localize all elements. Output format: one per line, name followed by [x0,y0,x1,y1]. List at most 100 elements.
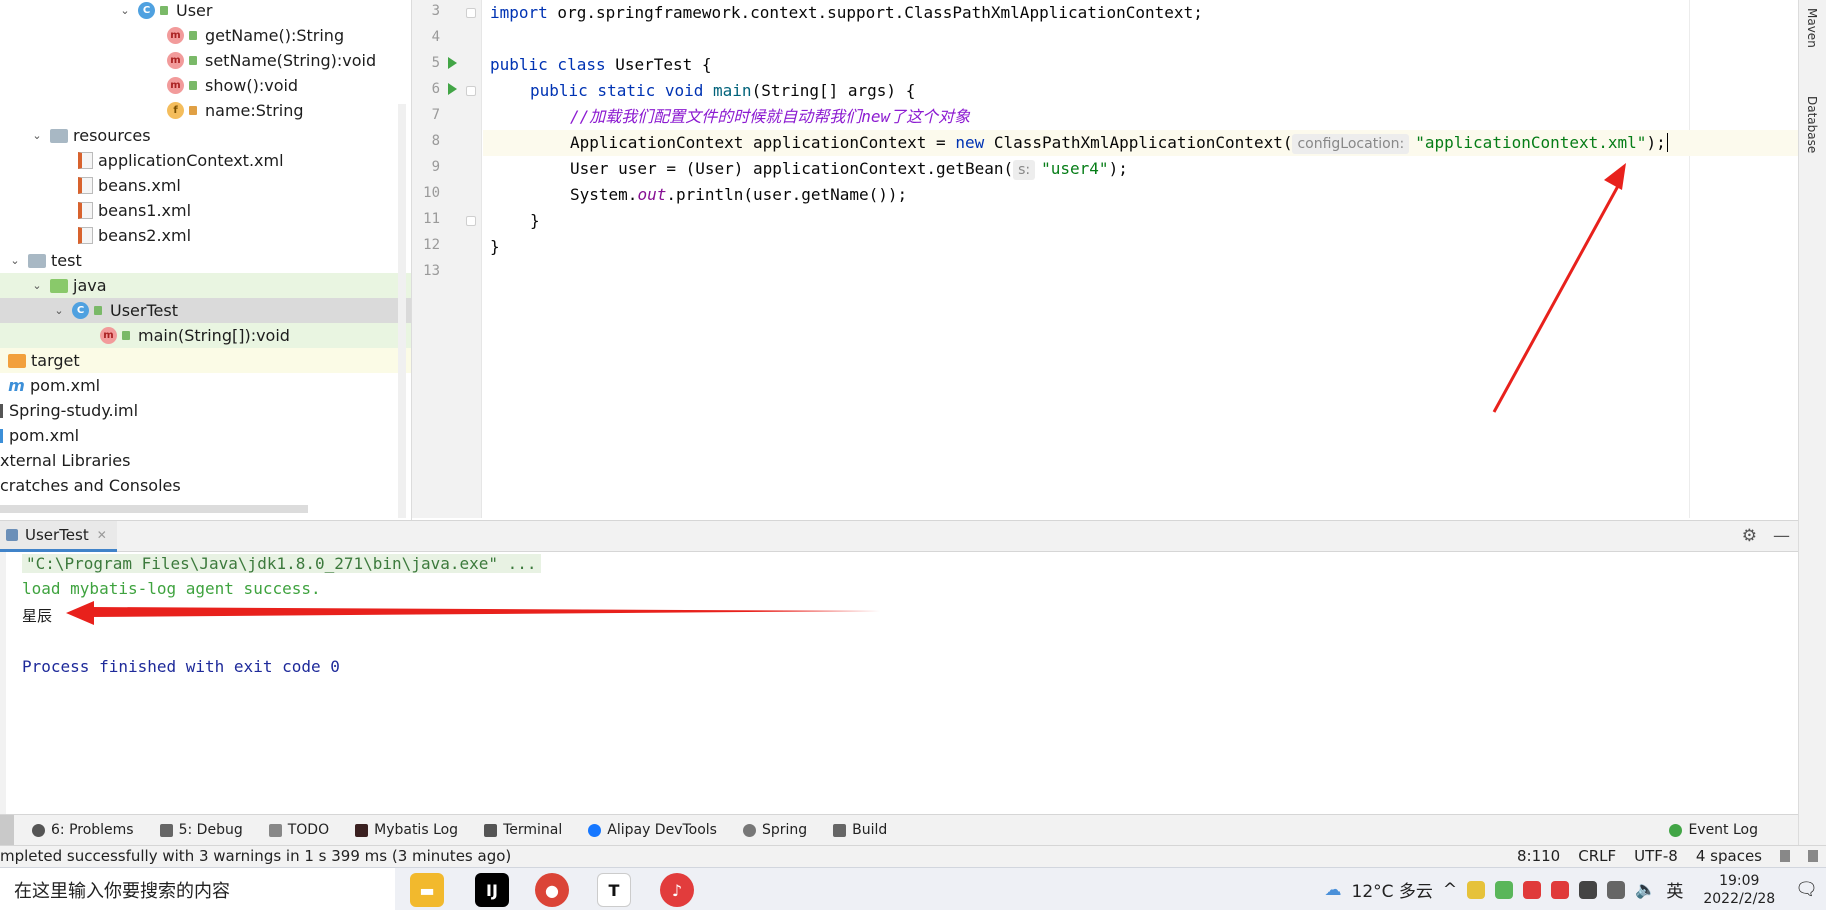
tree-horizontal-scrollbar[interactable] [0,505,308,513]
console-output[interactable]: "C:\Program Files\Java\jdk1.8.0_271\bin\… [0,552,1798,814]
maven-tool-button[interactable]: Maven [1805,8,1819,48]
module-file-icon [0,403,3,418]
line-number: 12 [423,237,440,253]
tool-terminal[interactable]: Terminal [484,822,562,838]
code-line-current: ApplicationContext applicationContext = … [483,130,1798,156]
status-widgets: 8:110 CRLF UTF-8 4 spaces [1517,847,1818,865]
tree-item-field[interactable]: f name:String [0,98,412,123]
gear-icon[interactable]: ⚙ [1742,526,1757,546]
chevron-down-icon[interactable]: ⌄ [30,129,44,142]
ime-indicator[interactable]: 英 [1666,877,1683,902]
status-message[interactable]: mpleted successfully with 3 warnings in … [0,847,511,865]
tree-item-pom[interactable]: pom.xml [0,423,412,448]
chevron-down-icon[interactable]: ⌄ [52,304,66,317]
tree-item-usertest[interactable]: ⌄ C UserTest [0,298,412,323]
tree-item-method[interactable]: m setName(String):void [0,48,412,73]
code-editor[interactable]: 3 4 5 6 7 8 9 10 11 12 13 import org.spr… [412,0,1798,518]
tool-spring[interactable]: Spring [742,822,807,838]
tree-item-file[interactable]: beans.xml [0,173,412,198]
tree-item-java[interactable]: ⌄ java [0,273,412,298]
chevron-down-icon[interactable]: ⌄ [118,4,132,17]
event-log-button[interactable]: Event Log [1669,822,1758,838]
console-line: "C:\Program Files\Java\jdk1.8.0_271\bin\… [22,554,541,573]
tree-item-method[interactable]: m getName():String [0,23,412,48]
file-explorer-icon[interactable]: ▬ [410,873,444,907]
tree-vertical-scrollbar[interactable] [398,104,406,518]
run-main-icon[interactable] [448,83,457,95]
method-icon: m [167,27,184,44]
tree-item-user-class[interactable]: ⌄ C User [0,0,412,23]
panel-actions: ⚙ — [1742,526,1790,546]
tree-item-pom[interactable]: m pom.xml [0,373,412,398]
battery-icon[interactable] [1579,880,1598,899]
clock[interactable]: 19:09 2022/2/28 [1693,872,1785,908]
tree-item-scratches[interactable]: cratches and Consoles [0,473,412,498]
alipay-icon [588,823,602,837]
chrome-icon[interactable]: ● [535,873,569,907]
database-tool-button[interactable]: Database [1805,96,1819,153]
system-tray: ☁ 12°C 多云 ^ 🔈 英 19:09 2022/2/28 🗨 [1325,868,1818,910]
caret-position[interactable]: 8:110 [1517,847,1560,865]
volume-icon[interactable]: 🔈 [1635,880,1656,900]
tree-item-method[interactable]: m show():void [0,73,412,98]
minimize-icon[interactable]: — [1773,526,1790,546]
taskbar-search[interactable]: 在这里输入你要搜索的内容 [0,868,395,910]
tree-item-external-libraries[interactable]: xternal Libraries [0,448,412,473]
excluded-folder-icon [8,353,26,368]
lock-icon [94,306,102,315]
file-encoding[interactable]: UTF-8 [1634,847,1678,865]
code-line: import org.springframework.context.suppo… [490,3,1203,22]
class-icon: C [72,302,89,319]
tool-problems[interactable]: 6: Problems [32,822,134,838]
tree-item-iml[interactable]: Spring-study.iml [0,398,412,423]
fold-icon[interactable] [466,216,476,226]
tree-item-file[interactable]: beans1.xml [0,198,412,223]
lock-icon[interactable] [1780,850,1790,862]
tool-build[interactable]: Build [833,822,887,838]
memory-indicator-icon[interactable] [1808,850,1818,862]
tree-item-target[interactable]: target [0,348,412,373]
tool-window-bar: 6: Problems 5: Debug TODO Mybatis Log Te… [0,814,1798,846]
notification-icon[interactable]: 🗨 [1795,879,1818,900]
chevron-up-icon[interactable]: ^ [1443,880,1457,900]
tool-alipay-devtools[interactable]: Alipay DevTools [588,822,717,838]
indent-setting[interactable]: 4 spaces [1696,847,1762,865]
code-line: User user = (User) applicationContext.ge… [570,159,1128,180]
xml-file-icon [78,152,93,169]
intellij-idea-icon[interactable]: IJ [475,873,509,907]
run-tool-button[interactable] [0,814,14,846]
netease-tray-icon[interactable] [1551,880,1570,899]
parameter-hint: configLocation: [1292,134,1410,154]
chevron-down-icon[interactable]: ⌄ [30,279,44,292]
tray-app-icon[interactable] [1523,880,1542,899]
console-line: Process finished with exit code 0 [22,657,340,676]
tree-item-file[interactable]: beans2.xml [0,223,412,248]
class-icon: C [138,2,155,19]
tool-debug[interactable]: 5: Debug [159,822,243,838]
tool-todo[interactable]: TODO [268,822,329,838]
fold-icon[interactable] [466,86,476,96]
run-config-icon [6,529,18,541]
line-separator[interactable]: CRLF [1578,847,1616,865]
fold-icon[interactable] [466,8,476,18]
tree-item-resources[interactable]: ⌄ resources [0,123,412,148]
typora-icon[interactable]: T [597,873,631,907]
run-tab[interactable]: UserTest ✕ [0,521,117,552]
tray-app-icon[interactable] [1467,880,1486,899]
netease-music-icon[interactable]: ♪ [660,873,694,907]
run-class-icon[interactable] [448,57,457,69]
wechat-icon[interactable] [1495,880,1514,899]
chevron-down-icon[interactable]: ⌄ [8,254,22,267]
tool-mybatis-log[interactable]: Mybatis Log [355,822,458,838]
tree-item-main-method[interactable]: m main(String[]):void [0,323,412,348]
tree-item-file[interactable]: applicationContext.xml [0,148,412,173]
close-icon[interactable]: ✕ [97,528,107,542]
weather-text[interactable]: 12°C 多云 [1352,877,1433,902]
code-line: } [490,237,500,256]
maven-file-icon: m [8,376,25,395]
method-icon: m [100,327,117,344]
network-icon[interactable] [1607,880,1626,899]
terminal-icon [484,823,498,837]
line-number: 10 [423,185,440,201]
tree-item-test[interactable]: ⌄ test [0,248,412,273]
